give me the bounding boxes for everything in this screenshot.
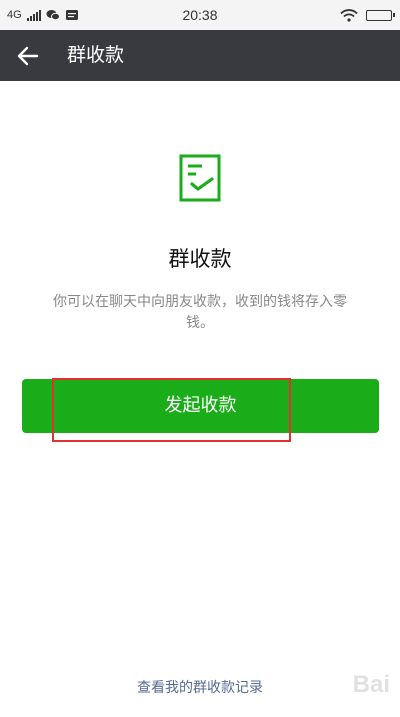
back-button[interactable] [8,30,48,81]
start-collection-button[interactable]: 发起收款 [22,379,379,433]
battery-icon [366,9,395,21]
title-bar: 群收款 [0,30,400,81]
view-records-link[interactable]: 查看我的群收款记录 [0,677,400,697]
back-arrow-icon [17,46,39,65]
description-text: 你可以在聊天中向朋友收款，收到的钱将存入零钱。 [53,294,347,331]
wifi-icon [340,8,358,22]
baidu-watermark: Bai [352,671,390,698]
main-heading: 群收款 [168,247,232,271]
document-check-icon [179,154,221,202]
page-title: 群收款 [67,44,125,66]
status-bar: 4G 20:38 [0,0,400,30]
status-right [340,0,395,30]
